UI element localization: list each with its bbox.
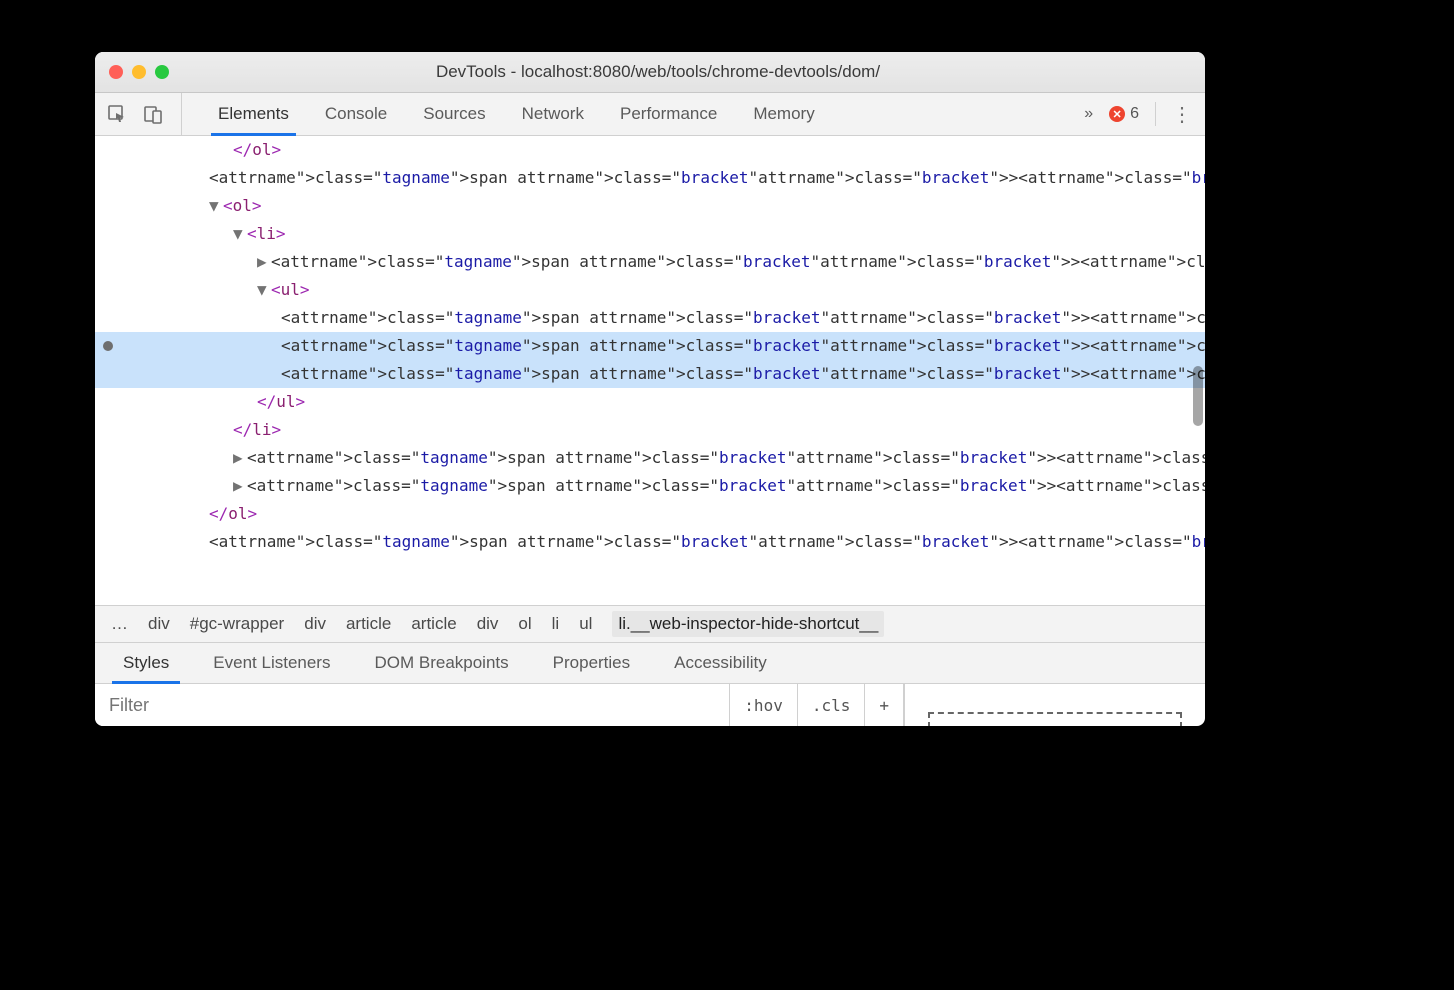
inspect-icon[interactable] (107, 104, 127, 124)
breadcrumb-item[interactable]: div (477, 614, 499, 634)
tab-accessibility[interactable]: Accessibility (652, 643, 789, 683)
hidden-node-indicator (103, 341, 113, 351)
tree-row[interactable]: <attrname">class="tagname">span attrname… (95, 332, 1205, 360)
hov-button[interactable]: :hov (730, 684, 798, 726)
traffic-lights (109, 65, 169, 79)
tree-row[interactable]: </li> (95, 416, 1205, 444)
breadcrumb-item[interactable]: ol (518, 614, 531, 634)
styles-filter-input[interactable] (95, 684, 730, 726)
breadcrumb-item[interactable]: article (346, 614, 391, 634)
tab-event-listeners[interactable]: Event Listeners (191, 643, 352, 683)
error-icon: ✕ (1109, 106, 1125, 122)
box-model-preview (904, 684, 1205, 726)
breadcrumb-item[interactable]: li (552, 614, 560, 634)
error-count[interactable]: ✕ 6 (1109, 105, 1139, 123)
tab-console[interactable]: Console (307, 93, 405, 135)
breadcrumb-item[interactable]: #gc-wrapper (190, 614, 285, 634)
panel-tabs: Elements Console Sources Network Perform… (200, 93, 833, 135)
tree-row[interactable]: ▶<attrname">class="tagname">span attrnam… (95, 444, 1205, 472)
styles-toolbar: :hov .cls + (95, 684, 1205, 726)
sidebar-tabs: Styles Event Listeners DOM Breakpoints P… (95, 643, 1205, 684)
tab-dom-breakpoints[interactable]: DOM Breakpoints (352, 643, 530, 683)
breadcrumb-item[interactable]: li.__web-inspector-hide-shortcut__ (612, 611, 884, 637)
tab-memory[interactable]: Memory (735, 93, 832, 135)
tab-network[interactable]: Network (504, 93, 602, 135)
tree-row[interactable]: ▼<li> (95, 220, 1205, 248)
tab-performance[interactable]: Performance (602, 93, 735, 135)
tree-row[interactable]: <attrname">class="tagname">span attrname… (95, 164, 1205, 192)
tab-styles[interactable]: Styles (101, 643, 191, 683)
twisty-icon[interactable]: ▶ (233, 444, 245, 472)
margin-box (928, 712, 1182, 726)
breadcrumb-item[interactable]: article (411, 614, 456, 634)
tree-row[interactable]: <attrname">class="tagname">span attrname… (95, 360, 1205, 388)
cls-button[interactable]: .cls (798, 684, 866, 726)
tree-row[interactable]: </ol> (95, 500, 1205, 528)
tree-row[interactable]: ▼<ol> (95, 192, 1205, 220)
twisty-icon[interactable]: ▶ (257, 248, 269, 276)
minimize-icon[interactable] (132, 65, 146, 79)
add-style-button[interactable]: + (865, 684, 904, 726)
breadcrumb-item[interactable]: ul (579, 614, 592, 634)
breadcrumb-item[interactable]: div (148, 614, 170, 634)
twisty-icon[interactable]: ▼ (257, 276, 269, 304)
separator (1155, 102, 1156, 126)
tree-row[interactable]: <attrname">class="tagname">span attrname… (95, 528, 1205, 556)
breadcrumb-item[interactable]: … (111, 614, 128, 634)
overflow-tabs-icon[interactable]: » (1084, 105, 1093, 123)
main-toolbar: Elements Console Sources Network Perform… (95, 93, 1205, 136)
close-icon[interactable] (109, 65, 123, 79)
twisty-icon[interactable]: ▼ (209, 192, 221, 220)
tree-row[interactable]: ▼<ul> (95, 276, 1205, 304)
tree-row[interactable]: <attrname">class="tagname">span attrname… (95, 304, 1205, 332)
dom-tree[interactable]: </ol><attrname">class="tagname">span att… (95, 136, 1205, 605)
titlebar: DevTools - localhost:8080/web/tools/chro… (95, 52, 1205, 93)
tab-properties[interactable]: Properties (531, 643, 652, 683)
tab-elements[interactable]: Elements (200, 93, 307, 135)
window-title: DevTools - localhost:8080/web/tools/chro… (185, 62, 1191, 82)
twisty-icon[interactable]: ▼ (233, 220, 245, 248)
scrollbar[interactable] (1193, 366, 1203, 426)
tree-row[interactable]: ▶<attrname">class="tagname">span attrnam… (95, 248, 1205, 276)
device-toggle-icon[interactable] (143, 104, 163, 124)
devtools-window: DevTools - localhost:8080/web/tools/chro… (95, 52, 1205, 726)
breadcrumb-item[interactable]: div (304, 614, 326, 634)
menu-icon[interactable]: ⋮ (1172, 102, 1193, 127)
twisty-icon[interactable]: ▶ (233, 472, 245, 500)
zoom-icon[interactable] (155, 65, 169, 79)
breadcrumb: …div#gc-wrapperdivarticlearticledivolliu… (95, 605, 1205, 643)
tab-sources[interactable]: Sources (405, 93, 503, 135)
tree-row[interactable]: </ul> (95, 388, 1205, 416)
error-count-value: 6 (1130, 105, 1139, 123)
tree-row[interactable]: ▶<attrname">class="tagname">span attrnam… (95, 472, 1205, 500)
tree-row[interactable]: </ol> (95, 136, 1205, 164)
